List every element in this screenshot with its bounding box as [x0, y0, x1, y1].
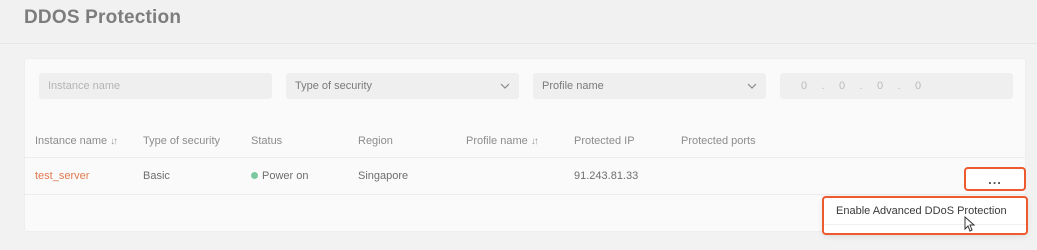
ip-octet-3[interactable]: 0	[870, 80, 892, 92]
column-header-label: Instance name	[35, 135, 108, 147]
ip-dot: .	[897, 80, 903, 92]
column-header-protected-ip: Protected IP	[574, 135, 635, 147]
sort-icon[interactable]: ↓↑	[531, 136, 539, 147]
chevron-down-icon	[500, 83, 510, 89]
region-cell: Singapore	[358, 170, 409, 182]
profile-name-select-value: Profile name	[542, 80, 604, 92]
column-header-label: Protected ports	[681, 135, 756, 147]
column-header-label: Region	[358, 135, 393, 147]
column-header-instance-name[interactable]: Instance name ↓↑	[35, 135, 118, 147]
column-header-protected-ports: Protected ports	[681, 135, 756, 147]
column-header-label: Type of security	[143, 135, 221, 147]
type-of-security-select[interactable]: Type of security	[286, 73, 519, 99]
ip-octet-4[interactable]: 0	[908, 80, 930, 92]
table-divider	[25, 194, 1025, 195]
status-dot-icon	[251, 172, 258, 179]
column-header-type-of-security: Type of security	[143, 135, 220, 147]
instance-name-filter[interactable]	[39, 73, 272, 99]
instance-name-input[interactable]	[48, 80, 272, 92]
sort-icon[interactable]: ↓↑	[110, 136, 118, 147]
profile-name-select[interactable]: Profile name	[533, 73, 766, 99]
actions-dropdown-menu: Enable Advanced DDoS Protection	[822, 196, 1028, 235]
table-divider	[25, 157, 1025, 158]
ip-octet-2[interactable]: 0	[832, 80, 854, 92]
column-header-profile-name[interactable]: Profile name ↓↑	[466, 135, 539, 147]
status-label: Power on	[262, 170, 309, 182]
type-of-security-cell: Basic	[143, 170, 170, 182]
column-header-label: Status	[251, 135, 283, 147]
column-header-region: Region	[358, 135, 393, 147]
status-cell: Power on	[251, 170, 308, 182]
ip-dot: .	[821, 80, 827, 92]
page-title: DDOS Protection	[24, 7, 182, 28]
column-header-status: Status	[251, 135, 282, 147]
more-actions-button[interactable]: ...	[964, 167, 1026, 191]
ip-octet-1[interactable]: 0	[794, 80, 816, 92]
mouse-cursor-icon	[964, 216, 976, 232]
protected-ip-cell: 91.243.81.33	[574, 170, 639, 182]
menu-item-enable-advanced-ddos[interactable]: Enable Advanced DDoS Protection	[836, 201, 1016, 221]
chevron-down-icon	[747, 83, 757, 89]
ip-address-input[interactable]: 0 . 0 . 0 . 0	[780, 73, 1013, 99]
column-header-label: Protected IP	[574, 135, 635, 147]
ip-dot: .	[859, 80, 865, 92]
column-header-label: Profile name	[466, 135, 528, 147]
more-actions-label: ...	[988, 171, 1002, 187]
page-header: DDOS Protection	[0, 0, 1037, 44]
type-of-security-select-value: Type of security	[295, 80, 373, 92]
menu-divider	[824, 224, 1026, 225]
instance-name-link[interactable]: test_server	[35, 170, 89, 182]
